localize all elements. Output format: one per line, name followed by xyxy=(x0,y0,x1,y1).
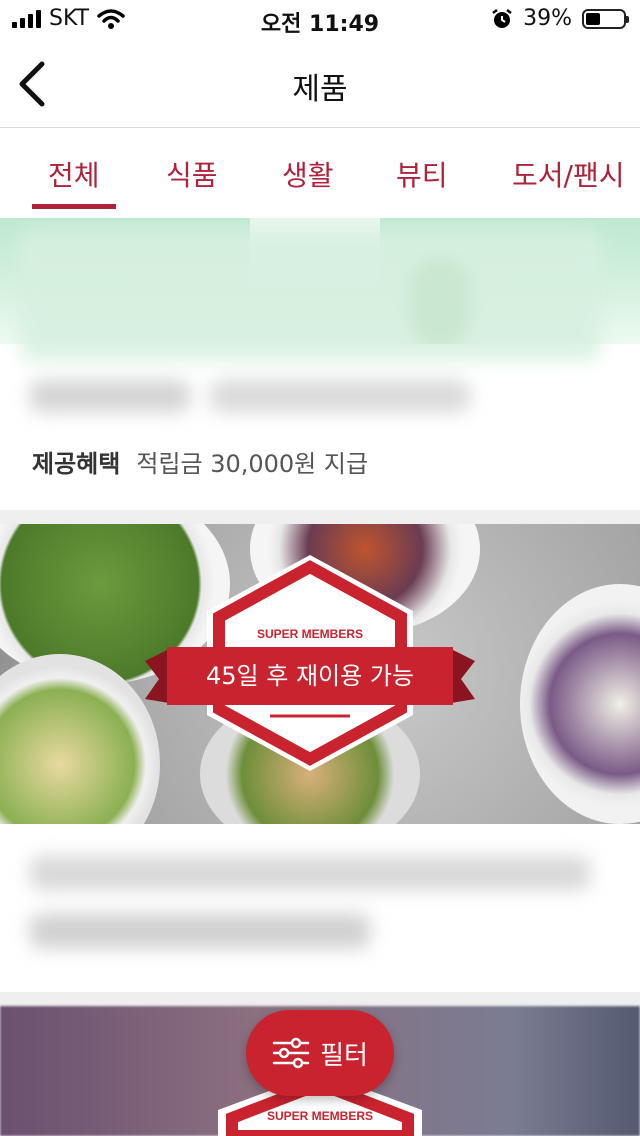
benefit-value: 적립금 30,000원 지급 xyxy=(136,450,369,478)
blurred-title-2a xyxy=(30,856,590,890)
category-tabs: 전체 식품 생활 뷰티 도서/팬시 xyxy=(0,128,640,218)
status-bar: SKT 오전 11:49 39% xyxy=(0,0,640,40)
blurred-title-1b xyxy=(210,380,470,412)
tab-food[interactable]: 식품 xyxy=(166,154,218,194)
card-divider xyxy=(0,510,640,524)
badge-title: SUPER MEMBERS xyxy=(257,627,363,641)
tab-books-fancy[interactable]: 도서/팬시 xyxy=(512,154,624,194)
battery-fill xyxy=(586,12,601,25)
battery-percent: 39% xyxy=(523,6,572,31)
filter-label: 필터 xyxy=(320,1040,368,1071)
super-members-badge: SUPER MEMBERS 45일 후 재이용 가능 xyxy=(145,555,475,771)
status-right: 39% xyxy=(491,6,629,31)
blurred-title-1a xyxy=(30,380,190,412)
blurred-product-image xyxy=(20,230,600,360)
page-title: 제품 xyxy=(292,72,348,107)
blurred-benefit-2 xyxy=(30,914,370,948)
battery-icon xyxy=(582,8,629,29)
badge-text: 45일 후 재이용 가능 xyxy=(206,662,414,690)
salad-bowl xyxy=(520,584,640,824)
card-divider xyxy=(0,992,640,1006)
navigation-bar: 제품 xyxy=(0,40,640,128)
benefit-label: 제공혜택 xyxy=(32,450,121,478)
active-tab-indicator xyxy=(32,204,116,209)
filter-button[interactable]: 필터 xyxy=(246,1010,394,1096)
alarm-icon xyxy=(492,8,512,28)
sliders-icon xyxy=(272,1037,310,1069)
benefit-row-1: 제공혜택 적립금 30,000원 지급 xyxy=(32,444,368,479)
badge-title-3: SUPER MEMBERS xyxy=(267,1109,373,1123)
tab-beauty[interactable]: 뷰티 xyxy=(396,154,448,194)
tab-living[interactable]: 생활 xyxy=(282,154,334,194)
tab-all[interactable]: 전체 xyxy=(48,154,100,194)
